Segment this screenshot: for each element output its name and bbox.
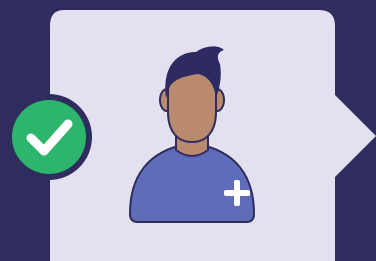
plus-icon bbox=[224, 180, 250, 206]
verified-user-illustration bbox=[0, 0, 376, 261]
check-icon bbox=[6, 94, 92, 180]
